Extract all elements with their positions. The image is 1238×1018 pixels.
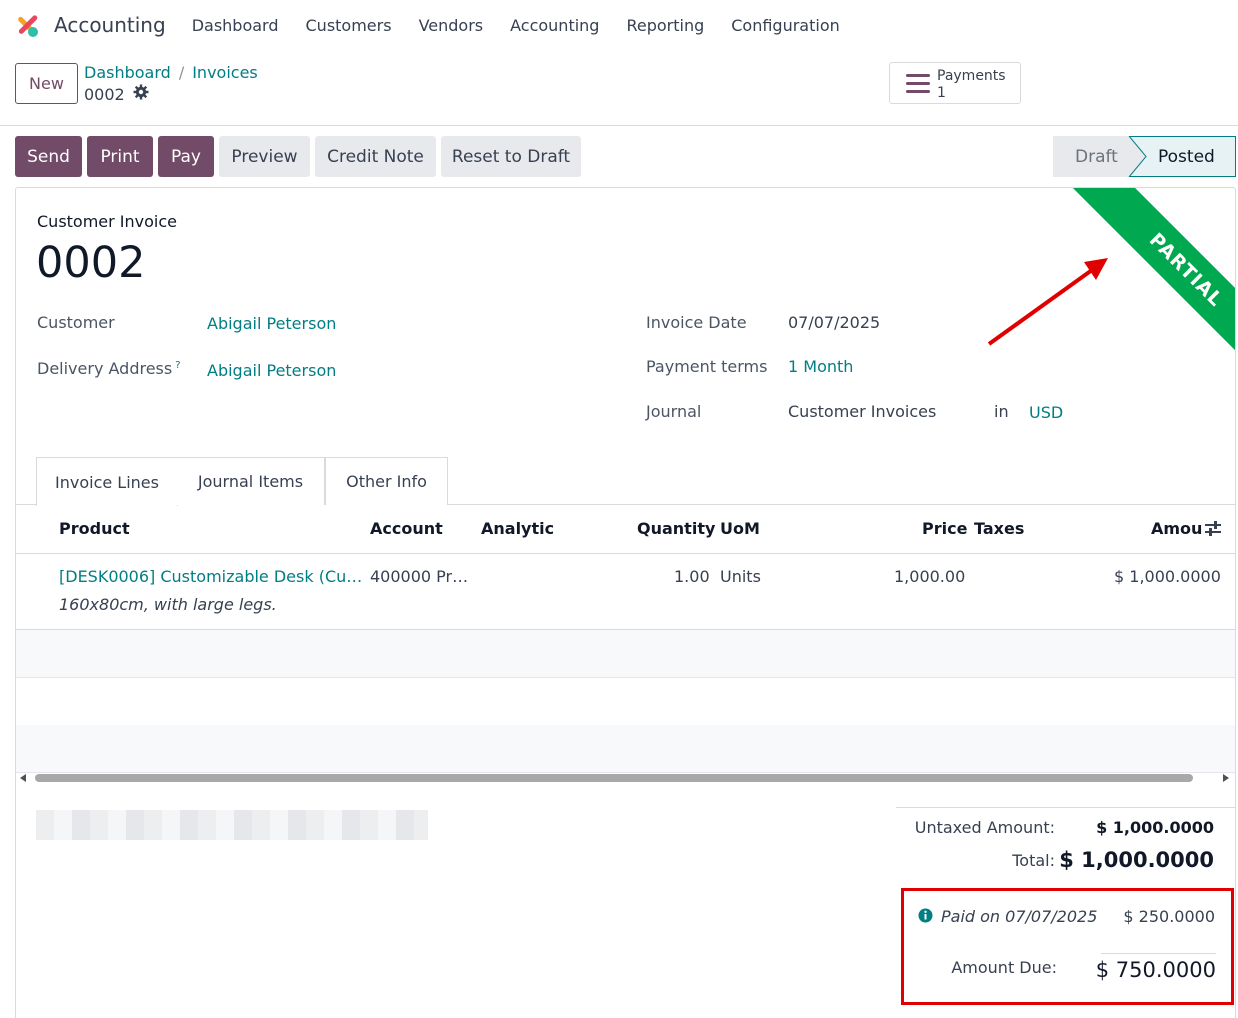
breadcrumb-dashboard[interactable]: Dashboard (84, 63, 171, 82)
total-value: $ 1,000.0000 (1059, 848, 1214, 872)
pay-button[interactable]: Pay (158, 136, 214, 177)
invoice-date-label: Invoice Date (646, 313, 747, 332)
line-price[interactable]: 1,000.00 (894, 567, 965, 586)
delivery-address-field[interactable]: Abigail Peterson (207, 361, 336, 380)
column-uom[interactable]: UoM (720, 519, 760, 538)
invoice-number: 0002 (36, 238, 146, 288)
breadcrumb-invoices[interactable]: Invoices (192, 63, 258, 82)
line-quantity[interactable]: 1.00 (674, 567, 710, 586)
reset-to-draft-button[interactable]: Reset to Draft (441, 136, 581, 177)
menu-customers[interactable]: Customers (306, 16, 392, 35)
redacted-terms (36, 810, 428, 840)
annotation-arrow-icon (987, 258, 1108, 346)
totals-divider (896, 807, 1235, 808)
gear-icon[interactable] (133, 84, 149, 104)
preview-button[interactable]: Preview (219, 136, 310, 177)
column-product[interactable]: Product (59, 519, 130, 538)
untaxed-amount-value: $ 1,000.0000 (1096, 818, 1214, 837)
tab-journal-items[interactable]: Journal Items (177, 457, 325, 505)
customer-field[interactable]: Abigail Peterson (207, 314, 336, 333)
scrollbar-thumb[interactable] (35, 774, 1193, 782)
delivery-address-label: Delivery Address? (37, 359, 181, 378)
document-type: Customer Invoice (37, 212, 178, 231)
column-taxes[interactable]: Taxes (974, 519, 1024, 538)
app-title[interactable]: Accounting (54, 13, 166, 37)
paid-divider (1101, 953, 1216, 954)
control-panel: New Dashboard / Invoices 0002 Payments 1 (0, 50, 1238, 126)
journal-in-label: in (994, 402, 1009, 421)
line-uom[interactable]: Units (720, 567, 761, 586)
scroll-left-icon[interactable] (20, 774, 26, 782)
column-quantity[interactable]: Quantity (637, 519, 715, 538)
breadcrumb-separator: / (178, 63, 185, 82)
send-button[interactable]: Send (15, 136, 82, 177)
accounting-app-icon[interactable] (14, 12, 40, 38)
tab-invoice-lines[interactable]: Invoice Lines (36, 457, 178, 506)
menu-reporting[interactable]: Reporting (626, 16, 704, 35)
column-account[interactable]: Account (370, 519, 443, 538)
journal-field[interactable]: Customer Invoices (788, 402, 936, 421)
customer-label: Customer (37, 313, 115, 332)
column-price[interactable]: Price (922, 519, 967, 538)
horizontal-scrollbar[interactable] (16, 770, 1235, 786)
line-amount[interactable]: $ 1,000.0000 (1114, 567, 1221, 586)
menu-configuration[interactable]: Configuration (731, 16, 840, 35)
journal-label: Journal (646, 402, 702, 421)
new-button[interactable]: New (15, 63, 78, 104)
menu-accounting[interactable]: Accounting (510, 16, 599, 35)
delivery-address-label-text: Delivery Address (37, 359, 173, 378)
payments-list-icon (906, 74, 930, 94)
invoice-date-field[interactable]: 07/07/2025 (788, 313, 880, 332)
annotation-highlight-box (901, 888, 1234, 1005)
menu-vendors[interactable]: Vendors (419, 16, 484, 35)
scroll-right-icon[interactable] (1223, 774, 1229, 782)
notebook-tabs: Invoice Lines Journal Items Other Info (16, 457, 1235, 506)
line-description[interactable]: 160x80cm, with large legs. (59, 595, 277, 614)
line-product[interactable]: [DESK0006] Customizable Desk (Cu… (59, 567, 362, 586)
tab-other-info[interactable]: Other Info (325, 457, 448, 505)
credit-note-button[interactable]: Credit Note (315, 136, 436, 177)
info-icon[interactable] (918, 908, 933, 923)
total-label: Total: (1012, 851, 1055, 870)
invoice-lines-header: Product Account Analytic Quantity UoM Pr… (16, 505, 1235, 554)
empty-row (16, 678, 1235, 726)
status-chevron-icon (1128, 136, 1147, 177)
table-row[interactable]: [DESK0006] Customizable Desk (Cu… 160x80… (16, 554, 1235, 630)
help-tooltip-icon[interactable]: ? (175, 360, 180, 371)
payments-label: Payments (937, 68, 1006, 84)
empty-row (16, 630, 1235, 678)
payments-smart-button[interactable]: Payments 1 (889, 62, 1021, 104)
menu-dashboard[interactable]: Dashboard (192, 16, 279, 35)
untaxed-amount-label: Untaxed Amount: (914, 818, 1055, 837)
empty-row (16, 725, 1235, 773)
line-account[interactable]: 400000 Pr… (370, 567, 468, 586)
column-amount[interactable]: Amou (1151, 519, 1202, 538)
record-title: 0002 (84, 84, 149, 104)
payment-terms-field[interactable]: 1 Month (788, 357, 853, 376)
payments-count: 1 (937, 85, 946, 101)
amount-due-label: Amount Due: (951, 958, 1057, 977)
breadcrumb: Dashboard / Invoices (84, 63, 258, 82)
print-button[interactable]: Print (87, 136, 153, 177)
currency-field[interactable]: USD (1029, 403, 1063, 422)
paid-on-label: Paid on 07/07/2025 (941, 907, 1098, 926)
column-settings-icon[interactable] (1204, 521, 1222, 537)
top-navbar: Accounting Dashboard Customers Vendors A… (0, 0, 1238, 50)
amount-due-value: $ 750.0000 (1095, 958, 1216, 982)
status-bar: Send Print Pay Preview Credit Note Reset… (0, 136, 1238, 177)
record-name: 0002 (84, 84, 125, 104)
column-analytic[interactable]: Analytic (481, 519, 554, 538)
paid-amount: $ 250.0000 (1123, 907, 1215, 926)
payment-terms-label: Payment terms (646, 357, 768, 376)
